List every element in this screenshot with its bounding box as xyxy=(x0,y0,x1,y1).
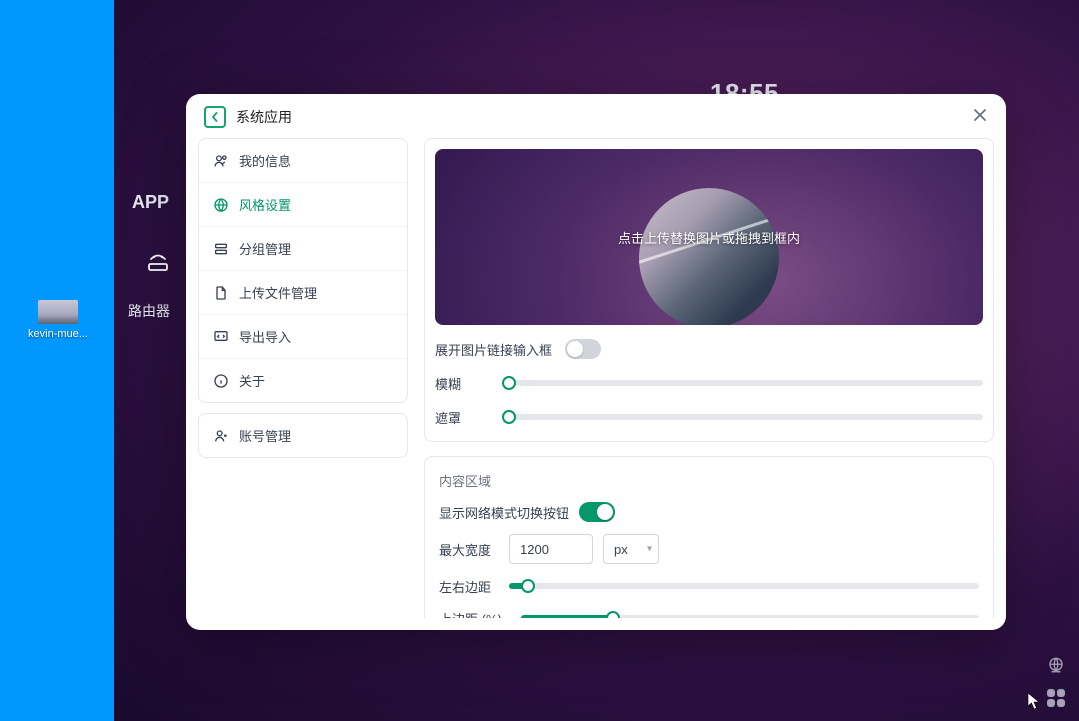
desktop-file-label: kevin-mue... xyxy=(28,328,88,340)
max-width-input[interactable]: 1200 xyxy=(509,534,593,564)
close-button[interactable] xyxy=(972,107,988,128)
expand-link-toggle[interactable] xyxy=(565,339,601,359)
settings-sidebar: 我的信息 风格设置 分组管理 xyxy=(198,138,408,618)
sidebar-item-label: 导出导入 xyxy=(239,327,291,346)
content-area-section: 内容区域 显示网络模式切换按钮 最大宽度 1200 px ▾ 左右边距 xyxy=(424,456,994,618)
sidebar-item-label: 分组管理 xyxy=(239,239,291,258)
file-icon xyxy=(213,285,229,301)
preview-image xyxy=(639,188,779,325)
bottom-right-controls xyxy=(1047,656,1065,707)
upload-hint: 点击上传替换图片或拖拽到框内 xyxy=(618,228,800,247)
tmargin-slider[interactable] xyxy=(521,608,979,618)
show-switch-label: 显示网络模式切换按钮 xyxy=(439,503,569,522)
modal-title: 系统应用 xyxy=(236,107,292,127)
info-icon xyxy=(213,373,229,389)
expand-link-label: 展开图片链接输入框 xyxy=(435,340,555,359)
blur-label: 模糊 xyxy=(435,374,499,393)
palette-icon xyxy=(213,197,229,213)
globe-icon[interactable] xyxy=(1047,656,1065,679)
upload-dropzone[interactable]: 点击上传替换图片或拖拽到框内 xyxy=(435,149,983,325)
sidebar-item-label: 上传文件管理 xyxy=(239,283,317,302)
blur-slider[interactable] xyxy=(509,373,983,393)
sidebar-item-label: 账号管理 xyxy=(239,426,291,445)
sidebar-item-label: 我的信息 xyxy=(239,151,291,170)
image-thumbnail-icon xyxy=(38,300,78,324)
sidebar-item-import-export[interactable]: 导出导入 xyxy=(199,314,407,358)
chevron-down-icon: ▾ xyxy=(647,544,652,555)
user-icon xyxy=(213,153,229,169)
taskbar xyxy=(0,0,114,721)
tmargin-label: 上边距 (%) xyxy=(439,609,511,619)
section-title: 内容区域 xyxy=(439,471,979,490)
folder-icon xyxy=(213,241,229,257)
mask-label: 遮罩 xyxy=(435,408,499,427)
router-icon[interactable] xyxy=(147,253,169,273)
sidebar-item-my-info[interactable]: 我的信息 xyxy=(199,139,407,182)
sidebar-item-style-settings[interactable]: 风格设置 xyxy=(199,182,407,226)
background-upload-section: 点击上传替换图片或拖拽到框内 展开图片链接输入框 模糊 遮罩 xyxy=(424,138,994,442)
mask-slider[interactable] xyxy=(509,407,983,427)
max-width-label: 最大宽度 xyxy=(439,540,499,559)
sidebar-item-label: 风格设置 xyxy=(239,195,291,214)
desktop-file-icon[interactable]: kevin-mue... xyxy=(36,300,80,340)
sidebar-item-account-manage[interactable]: 账号管理 xyxy=(199,414,407,457)
router-label[interactable]: 路由器 xyxy=(128,301,170,321)
show-switch-toggle[interactable] xyxy=(579,502,615,522)
apps-grid-icon[interactable] xyxy=(1047,689,1065,707)
transfer-icon xyxy=(213,329,229,345)
account-icon xyxy=(213,428,229,444)
sidebar-item-label: 关于 xyxy=(239,371,265,390)
sidebar-item-about[interactable]: 关于 xyxy=(199,358,407,402)
hmargin-label: 左右边距 xyxy=(439,577,499,596)
collapse-sidebar-button[interactable] xyxy=(204,106,226,128)
sidebar-item-group-manage[interactable]: 分组管理 xyxy=(199,226,407,270)
settings-content: 点击上传替换图片或拖拽到框内 展开图片链接输入框 模糊 遮罩 xyxy=(424,138,994,618)
sidebar-item-upload-manage[interactable]: 上传文件管理 xyxy=(199,270,407,314)
mouse-cursor xyxy=(1027,692,1041,715)
app-section-label: APP xyxy=(132,192,169,213)
settings-modal: 系统应用 我的信息 风格设置 xyxy=(186,94,1006,630)
hmargin-slider[interactable] xyxy=(509,576,979,596)
modal-header: 系统应用 xyxy=(186,94,1006,138)
max-width-unit-select[interactable]: px ▾ xyxy=(603,534,659,564)
